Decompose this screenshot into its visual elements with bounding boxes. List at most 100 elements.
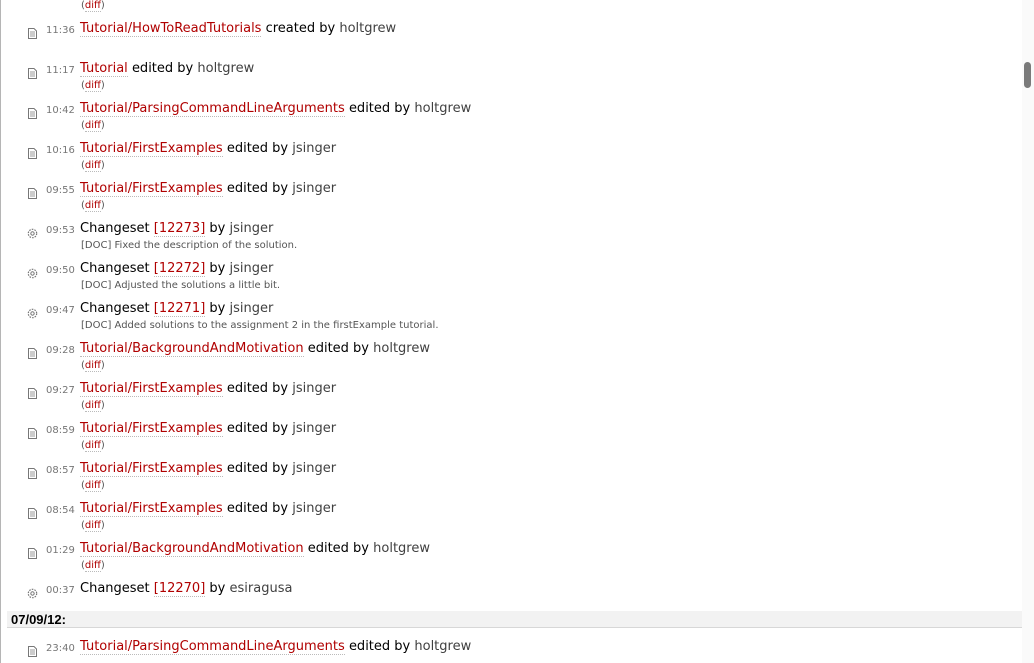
entry-action: by (209, 301, 226, 316)
entry-time: 09:50 (46, 265, 75, 276)
changeset-link[interactable]: [12273] (153, 221, 206, 237)
entry-time: 09:55 (46, 185, 75, 196)
entry-author: holtgrew (197, 61, 255, 76)
wiki-page-link[interactable]: Tutorial/ParsingCommandLineArguments (80, 639, 345, 655)
entry-diff: (diff) (81, 560, 105, 572)
entry-diff: (diff) (81, 440, 105, 452)
entry-title: Tutorial/BackgroundAndMotivation edited … (80, 541, 430, 557)
wiki-page-link[interactable]: Tutorial/FirstExamples (80, 181, 223, 197)
vertical-scrollbar[interactable] (1022, 0, 1034, 663)
entry-action: edited by (226, 381, 289, 396)
wiki-page-link[interactable]: Tutorial/FirstExamples (80, 381, 223, 397)
wiki-page-link[interactable]: Tutorial/BackgroundAndMotivation (80, 341, 304, 357)
wiki-page-icon (27, 186, 38, 199)
wiki-page-icon (27, 506, 38, 519)
entry-author: jsinger (229, 221, 274, 236)
entry-time: 09:27 (46, 385, 75, 396)
entry-action: edited by (348, 639, 411, 654)
wiki-page-link[interactable]: Tutorial/BackgroundAndMotivation (80, 541, 304, 557)
day-header-date: 07/09/12: (11, 612, 66, 627)
entry-time: 11:36 (46, 25, 75, 36)
wiki-page-link[interactable]: Tutorial/ParsingCommandLineArguments (80, 101, 345, 117)
entry-author: jsinger (292, 421, 337, 436)
entry-action: created by (265, 21, 336, 36)
entry-title: Tutorial/ParsingCommandLineArguments edi… (80, 639, 471, 655)
diff-link[interactable]: diff (84, 440, 101, 452)
diff-link[interactable]: diff (84, 200, 101, 212)
wiki-page-link[interactable]: Tutorial (80, 61, 128, 77)
entry-diff: (diff) (81, 200, 105, 212)
entry-title: Tutorial/FirstExamples edited by jsinger (80, 501, 337, 517)
changeset-prefix: Changeset (80, 581, 150, 596)
entry-author: jsinger (292, 501, 337, 516)
entry-title: Tutorial/HowToReadTutorials created by h… (80, 21, 396, 37)
entry-title: Changeset [12273] by jsinger (80, 221, 274, 237)
changeset-message: [DOC] Fixed the description of the solut… (81, 240, 298, 251)
entry-time: 10:16 (46, 145, 75, 156)
scrollbar-thumb[interactable] (1024, 62, 1031, 88)
entry-author: jsinger (229, 261, 274, 276)
timeline: (diff) 11:36 Tutorial/HowToReadTutorials … (0, 0, 1022, 663)
diff-link[interactable]: diff (84, 0, 101, 12)
entry-author: jsinger (229, 301, 274, 316)
entry-author: esiragusa (229, 581, 293, 596)
wiki-page-link[interactable]: Tutorial/FirstExamples (80, 421, 223, 437)
changeset-link[interactable]: [12272] (153, 261, 206, 277)
changeset-prefix: Changeset (80, 301, 150, 316)
entry-action: edited by (348, 101, 411, 116)
wiki-page-icon (27, 66, 38, 79)
entry-action: edited by (226, 421, 289, 436)
entry-time: 10:42 (46, 105, 75, 116)
entry-time: 09:47 (46, 305, 75, 316)
entry-time: 08:57 (46, 465, 75, 476)
entry-author: holtgrew (414, 101, 472, 116)
changeset-icon (27, 226, 38, 239)
entry-diff: (diff) (81, 480, 105, 492)
changeset-message: [DOC] Added solutions to the assignment … (81, 320, 439, 331)
entry-action: edited by (226, 461, 289, 476)
diff-link[interactable]: diff (84, 160, 101, 172)
changeset-prefix: Changeset (80, 221, 150, 236)
entry-action: edited by (131, 61, 194, 76)
entry-diff: (diff) (81, 0, 105, 12)
wiki-page-link[interactable]: Tutorial/FirstExamples (80, 501, 223, 517)
diff-link[interactable]: diff (84, 80, 101, 92)
changeset-icon (27, 306, 38, 319)
entry-action: edited by (307, 541, 369, 556)
changeset-message: [DOC] Adjusted the solutions a little bi… (81, 280, 281, 291)
entry-action: edited by (307, 341, 369, 356)
entry-title: Tutorial/FirstExamples edited by jsinger (80, 381, 337, 397)
changeset-icon (27, 586, 38, 599)
entry-action: by (209, 581, 226, 596)
entry-author: jsinger (292, 181, 337, 196)
wiki-page-icon (27, 26, 38, 39)
entry-title: Changeset [12270] by esiragusa (80, 581, 293, 597)
entry-title: Changeset [12271] by jsinger (80, 301, 274, 317)
entry-title: Tutorial/FirstExamples edited by jsinger (80, 461, 336, 477)
wiki-page-link[interactable]: Tutorial/FirstExamples (80, 141, 223, 157)
entry-diff: (diff) (81, 120, 105, 132)
wiki-page-link[interactable]: Tutorial/HowToReadTutorials (80, 21, 262, 37)
entry-author: jsinger (292, 381, 337, 396)
entry-time: 09:53 (46, 225, 75, 236)
entry-time: 23:40 (46, 643, 75, 654)
changeset-link[interactable]: [12270] (153, 581, 206, 597)
diff-link[interactable]: diff (84, 520, 101, 532)
entry-diff: (diff) (81, 360, 105, 372)
entry-action: edited by (226, 141, 289, 156)
entry-action: edited by (226, 501, 289, 516)
entry-title: Tutorial/FirstExamples edited by jsinger (80, 421, 337, 437)
diff-link[interactable]: diff (84, 360, 101, 372)
entry-title: Tutorial/ParsingCommandLineArguments edi… (80, 101, 472, 117)
diff-link[interactable]: diff (84, 560, 101, 572)
entry-action: edited by (226, 181, 289, 196)
diff-link[interactable]: diff (84, 400, 101, 412)
diff-link[interactable]: diff (84, 120, 101, 132)
entry-author: holtgrew (373, 341, 430, 356)
changeset-link[interactable]: [12271] (153, 301, 206, 317)
wiki-page-link[interactable]: Tutorial/FirstExamples (80, 461, 223, 477)
entry-author: jsinger (292, 141, 337, 156)
diff-link[interactable]: diff (84, 480, 101, 492)
wiki-page-icon (27, 426, 38, 439)
entry-time: 01:29 (46, 545, 75, 556)
